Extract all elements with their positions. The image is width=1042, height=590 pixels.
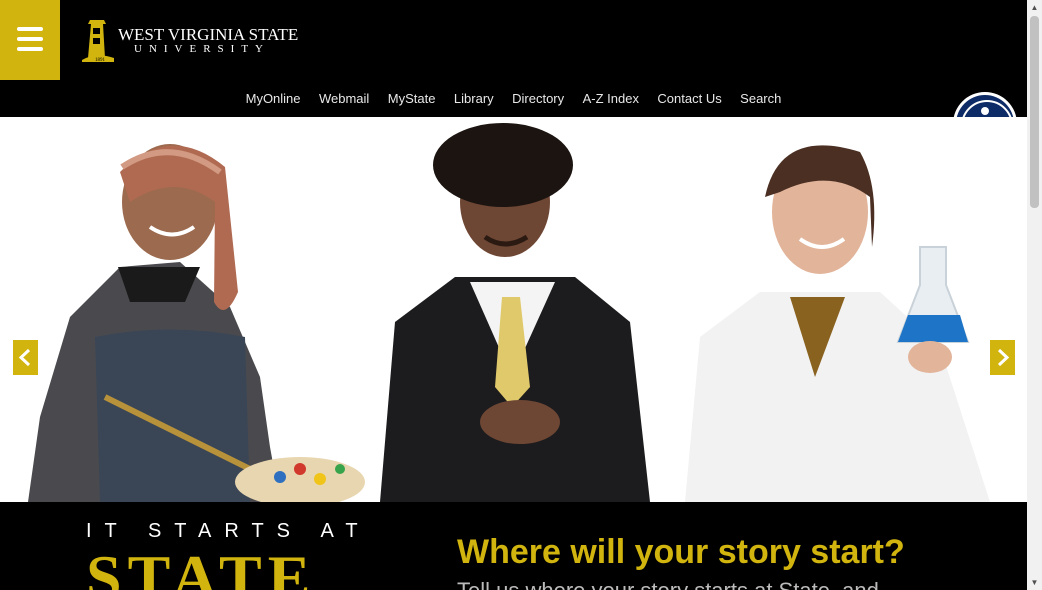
scroll-down-arrow-icon[interactable]: ▼ bbox=[1027, 575, 1042, 590]
carousel-next-button[interactable] bbox=[990, 340, 1015, 375]
campaign-title: STATE bbox=[86, 542, 317, 590]
page: 1891 WEST VIRGINIA STATE UNIVERSITY MyOn… bbox=[0, 0, 1027, 590]
carousel-prev-button[interactable] bbox=[13, 340, 38, 375]
person-suit bbox=[380, 123, 650, 502]
chevron-right-icon bbox=[997, 348, 1010, 367]
logo-wordmark: WEST VIRGINIA STATE bbox=[118, 25, 299, 44]
campaign-kicker: IT STARTS AT bbox=[86, 520, 371, 542]
hero-carousel bbox=[0, 117, 1027, 502]
nav-a-z-index[interactable]: A-Z Index bbox=[583, 91, 639, 106]
nav-directory[interactable]: Directory bbox=[512, 91, 564, 106]
wvsu-logo[interactable]: 1891 WEST VIRGINIA STATE UNIVERSITY bbox=[78, 16, 298, 66]
nav-contact-us[interactable]: Contact Us bbox=[657, 91, 721, 106]
nav-search[interactable]: Search bbox=[740, 91, 781, 106]
lighthouse-seal-icon: 1891 bbox=[82, 20, 114, 63]
nav-library[interactable]: Library bbox=[454, 91, 494, 106]
utility-nav: MyOnline Webmail MyState Library Directo… bbox=[0, 90, 1027, 108]
nav-myonline[interactable]: MyOnline bbox=[246, 91, 301, 106]
scroll-thumb[interactable] bbox=[1030, 16, 1039, 208]
page-scrollbar[interactable]: ▲ ▼ bbox=[1027, 0, 1042, 590]
hero-photo bbox=[28, 123, 990, 502]
nav-webmail[interactable]: Webmail bbox=[319, 91, 369, 106]
scroll-up-arrow-icon[interactable]: ▲ bbox=[1027, 0, 1042, 15]
person-scientist bbox=[685, 145, 990, 502]
campaign-headline: Where will your story start? bbox=[457, 533, 905, 571]
hamburger-icon bbox=[17, 27, 43, 57]
nav-mystate[interactable]: MyState bbox=[388, 91, 436, 106]
menu-button[interactable] bbox=[0, 0, 60, 80]
chevron-left-icon bbox=[18, 348, 31, 367]
campaign-band: IT STARTS AT STATE Where will your story… bbox=[0, 502, 1027, 590]
site-header: 1891 WEST VIRGINIA STATE UNIVERSITY MyOn… bbox=[0, 0, 1027, 117]
person-artist bbox=[28, 144, 365, 502]
logo-subtitle: UNIVERSITY bbox=[134, 43, 270, 55]
campaign-tagline: Tell us where your story starts at State… bbox=[457, 578, 879, 590]
svg-text:1891: 1891 bbox=[95, 58, 106, 63]
